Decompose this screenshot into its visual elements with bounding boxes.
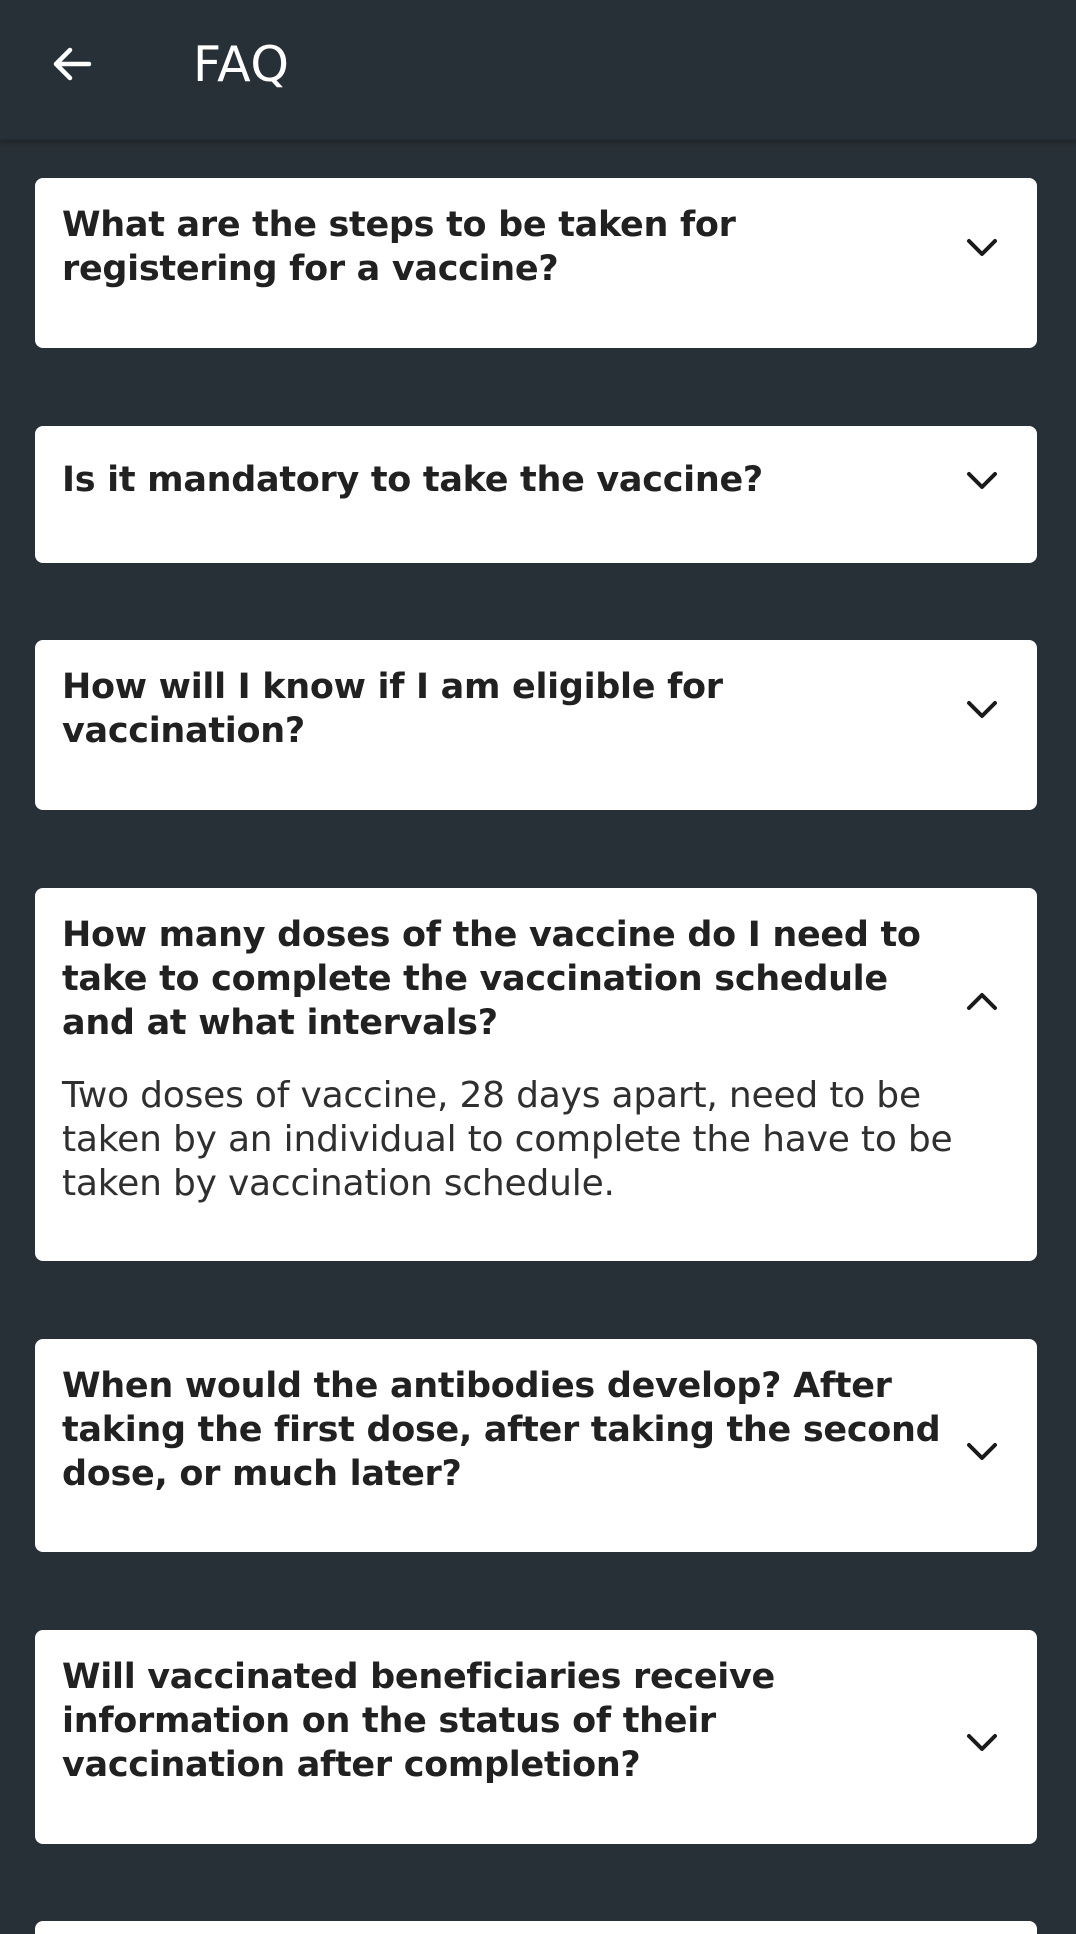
chevron-down-icon[interactable]: [962, 1723, 1002, 1763]
chevron-down-icon[interactable]: [962, 1432, 1002, 1472]
faq-item-expanded[interactable]: How many doses of the vaccine do I need …: [35, 888, 1037, 1261]
faq-item[interactable]: When would the antibodies develop? After…: [35, 1339, 1037, 1552]
faq-item[interactable]: Is it mandatory to take the vaccine?: [35, 426, 1037, 563]
faq-list: What are the steps to be taken for regis…: [0, 0, 1076, 1934]
faq-question: What are the steps to be taken for regis…: [62, 205, 736, 289]
faq-question: Will vaccinated beneficiaries receive in…: [62, 1657, 775, 1785]
faq-item[interactable]: What are the steps to be taken for regis…: [35, 178, 1037, 348]
app-bar: FAQ: [0, 0, 1076, 141]
faq-item[interactable]: Will vaccinated beneficiaries receive in…: [35, 1630, 1037, 1844]
back-button[interactable]: [40, 32, 104, 96]
arrow-left-icon: [53, 47, 92, 81]
chevron-down-icon[interactable]: [962, 228, 1002, 268]
faq-question: Is it mandatory to take the vaccine?: [62, 460, 763, 500]
page-title: FAQ: [193, 36, 290, 93]
chevron-down-icon[interactable]: [962, 690, 1002, 730]
faq-item[interactable]: [35, 1921, 1037, 1934]
faq-item[interactable]: How will I know if I am eligible for vac…: [35, 640, 1037, 810]
faq-question: How many doses of the vaccine do I need …: [62, 915, 921, 1043]
chevron-up-icon[interactable]: [962, 981, 1002, 1021]
chevron-down-icon[interactable]: [962, 461, 1002, 501]
faq-answer: Two doses of vaccine, 28 days apart, nee…: [62, 1075, 953, 1204]
faq-question: When would the antibodies develop? After…: [62, 1366, 941, 1494]
faq-question: How will I know if I am eligible for vac…: [62, 667, 723, 751]
